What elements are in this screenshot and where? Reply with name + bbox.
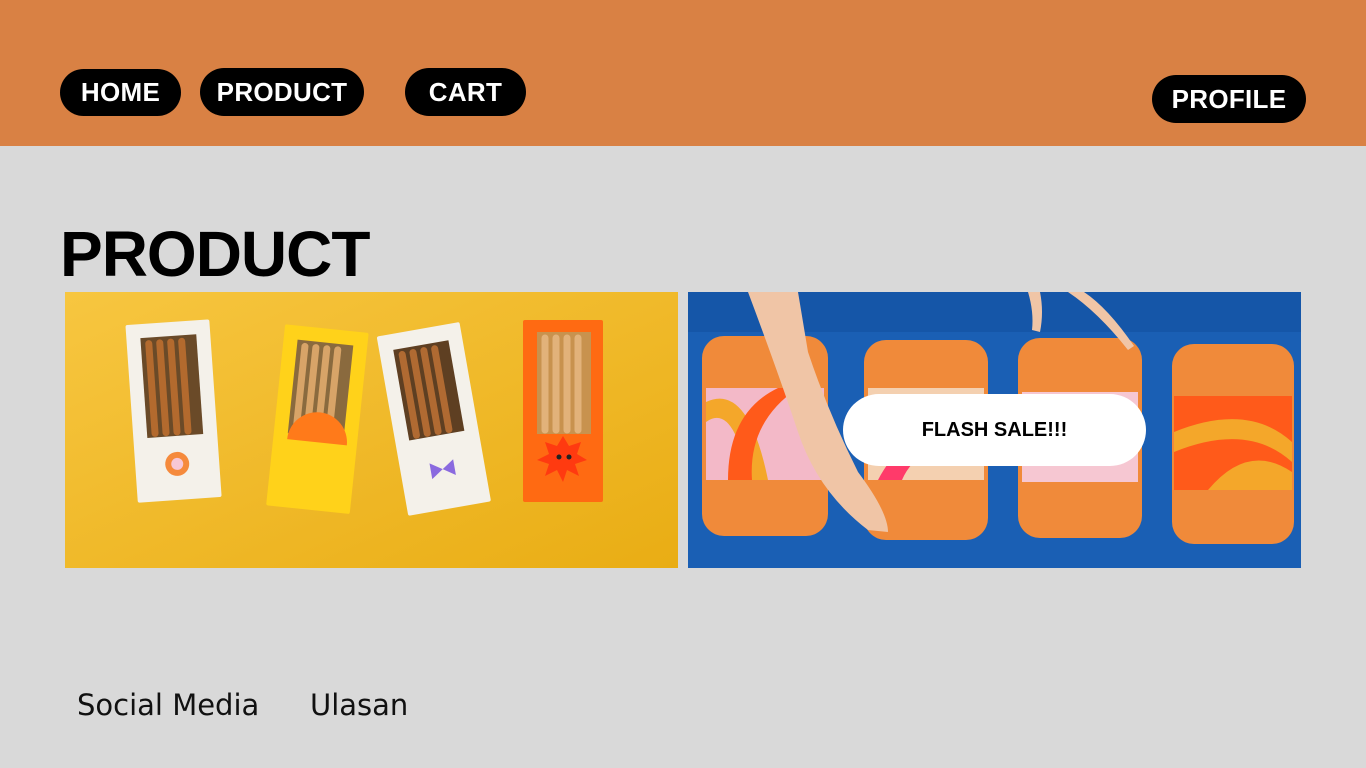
flash-sale-button[interactable]: FLASH SALE!!! <box>843 394 1146 466</box>
nav-cart-button[interactable]: CART <box>405 68 526 116</box>
footer-reviews-link[interactable]: Ulasan <box>310 688 408 722</box>
footer-social-media-link[interactable]: Social Media <box>77 688 259 722</box>
breadstick-boxes-illustration <box>65 292 678 568</box>
product-image-breadstick-boxes[interactable] <box>65 292 678 568</box>
page-title: PRODUCT <box>60 218 370 290</box>
nav-profile-button[interactable]: PROFILE <box>1152 75 1306 123</box>
nav-home-button[interactable]: HOME <box>60 69 181 116</box>
nav-product-button[interactable]: PRODUCT <box>200 68 364 116</box>
top-navigation-bar: HOME PRODUCT CART PROFILE <box>0 0 1366 146</box>
